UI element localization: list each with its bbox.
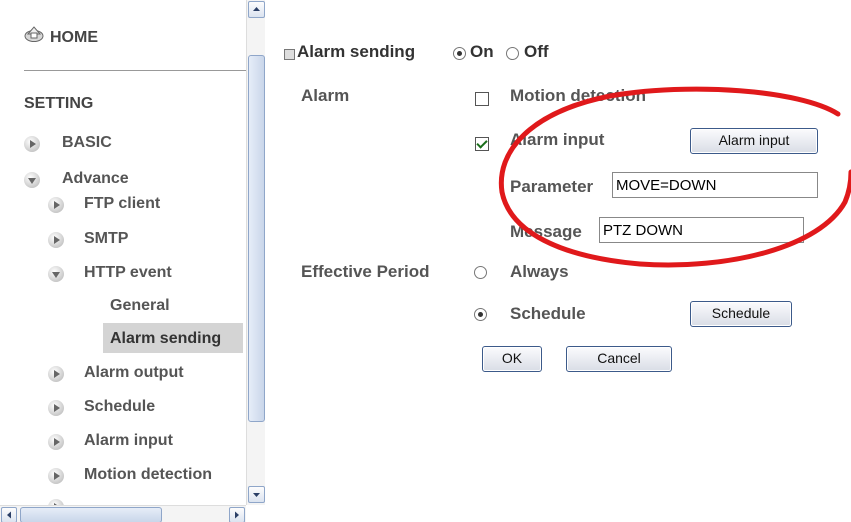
- effective-period-label: Effective Period: [301, 262, 430, 281]
- nav-item-alarm-sending[interactable]: Alarm sending: [110, 330, 221, 348]
- arrow-up-icon[interactable]: [248, 1, 265, 18]
- motion-detection-label: Motion detection: [510, 86, 646, 105]
- nav-item-alarm-input[interactable]: Alarm input: [84, 432, 173, 450]
- nav-home-link[interactable]: HOME: [50, 29, 98, 47]
- home-icon[interactable]: [24, 24, 44, 42]
- alarm-input-button[interactable]: Alarm input: [690, 128, 818, 154]
- navigation-pane: HOME SETTING BASIC Advance FTP client SM…: [0, 0, 265, 522]
- schedule-label: Schedule: [510, 304, 586, 323]
- triangle-bullet-icon: [48, 232, 64, 248]
- horizontal-scrollbar-thumb[interactable]: [20, 507, 162, 522]
- effective-period-always-radio[interactable]: [474, 266, 487, 279]
- section-square-icon: [284, 49, 295, 60]
- section-title: Alarm sending: [297, 42, 416, 61]
- nav-item-basic[interactable]: BASIC: [62, 134, 112, 152]
- alarm-sending-on-radio[interactable]: [453, 47, 466, 60]
- alarm-sending-on-label: On: [470, 42, 494, 61]
- triangle-bullet-icon: [48, 366, 64, 382]
- horizontal-scrollbar[interactable]: [0, 505, 246, 522]
- triangle-down-bullet-icon: [48, 266, 64, 282]
- nav-item-general[interactable]: General: [110, 297, 170, 315]
- cancel-button[interactable]: Cancel: [566, 346, 672, 372]
- nav-item-smtp[interactable]: SMTP: [84, 230, 128, 248]
- triangle-bullet-icon: [48, 400, 64, 416]
- message-input[interactable]: PTZ DOWN: [599, 217, 804, 243]
- nav-item-motion-detection[interactable]: Motion detection: [84, 466, 212, 484]
- triangle-down-bullet-icon: [24, 172, 40, 188]
- nav-item-schedule[interactable]: Schedule: [84, 398, 155, 416]
- vertical-scrollbar-thumb[interactable]: [248, 55, 265, 422]
- triangle-bullet-icon: [48, 468, 64, 484]
- arrow-down-icon[interactable]: [248, 486, 265, 503]
- alarm-sending-off-label: Off: [524, 42, 549, 61]
- triangle-bullet-icon: [48, 434, 64, 450]
- triangle-bullet-icon: [24, 136, 40, 152]
- motion-detection-checkbox[interactable]: [475, 92, 489, 106]
- nav-item-http-event[interactable]: HTTP event: [84, 264, 172, 282]
- parameter-input[interactable]: MOVE=DOWN: [612, 172, 818, 198]
- schedule-button[interactable]: Schedule: [690, 301, 792, 327]
- nav-item-ftp-client[interactable]: FTP client: [84, 195, 160, 213]
- nav-item-advance[interactable]: Advance: [62, 170, 129, 188]
- alarm-input-checkbox[interactable]: [475, 137, 489, 151]
- alarm-label: Alarm: [301, 86, 350, 105]
- alarm-sending-off-radio[interactable]: [506, 47, 519, 60]
- vertical-scrollbar[interactable]: [246, 0, 265, 505]
- effective-period-schedule-radio[interactable]: [474, 308, 487, 321]
- arrow-left-icon[interactable]: [1, 507, 17, 522]
- always-label: Always: [510, 262, 569, 281]
- arrow-right-icon[interactable]: [229, 507, 245, 522]
- nav-divider: [24, 70, 246, 71]
- alarm-input-label: Alarm input: [510, 130, 605, 149]
- message-label: Message: [510, 222, 582, 241]
- parameter-label: Parameter: [510, 177, 594, 196]
- nav-setting-heading: SETTING: [24, 95, 94, 112]
- triangle-bullet-icon: [48, 197, 64, 213]
- ok-button[interactable]: OK: [482, 346, 542, 372]
- nav-item-alarm-output[interactable]: Alarm output: [84, 364, 184, 382]
